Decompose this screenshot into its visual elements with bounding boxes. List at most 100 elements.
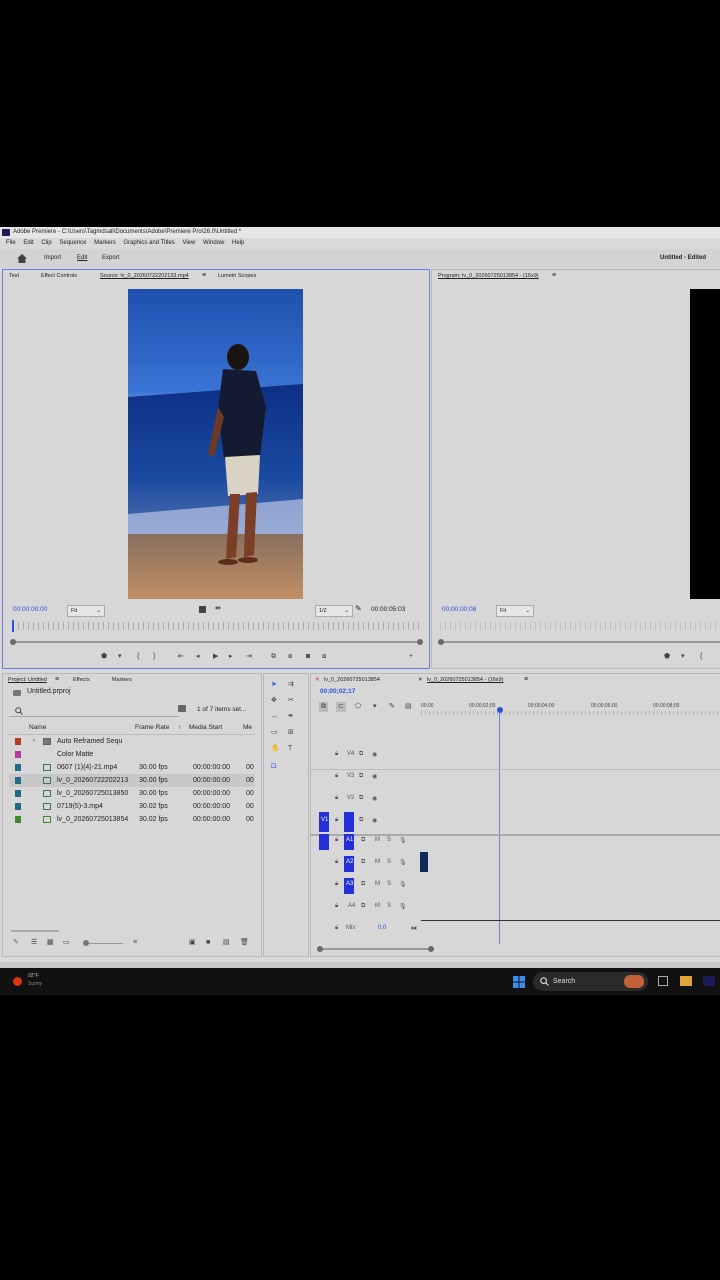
timeline-zoom-handle-left[interactable]	[317, 946, 323, 952]
tab-lumetri-scopes[interactable]: Lumetri Scopes	[218, 270, 256, 282]
tab-sequence[interactable]: lv_0_20260725013854	[324, 674, 380, 686]
table-row[interactable]: Color Matte	[9, 748, 255, 761]
source-zoom-handle-right[interactable]	[417, 639, 423, 645]
menu-view[interactable]: View	[182, 238, 195, 249]
pencil-icon[interactable]: ✎	[13, 938, 19, 948]
menu-window[interactable]: Window	[203, 238, 224, 249]
tab-effects[interactable]: Effects	[73, 674, 90, 686]
column-name[interactable]: Name	[29, 722, 46, 734]
premiere-taskbar-icon[interactable]	[703, 976, 715, 986]
selection-tool-icon[interactable]: ➤	[271, 680, 277, 690]
close-icon[interactable]: ✕	[315, 674, 320, 686]
source-timecode[interactable]: 00:00:00:00	[13, 606, 47, 613]
source-zoom-scrollbar[interactable]	[13, 641, 419, 643]
menu-file[interactable]: File	[6, 238, 16, 249]
new-bin-icon[interactable]	[178, 705, 186, 712]
wrench-timeline-icon[interactable]: ✎	[389, 702, 395, 712]
go-to-out-icon[interactable]: ⇥	[246, 652, 252, 662]
sort-icon[interactable]: ≡	[133, 938, 137, 948]
source-playhead[interactable]	[12, 620, 14, 632]
source-fit-dropdown[interactable]: Fit ⌄	[67, 605, 105, 617]
solo-icon[interactable]: S	[387, 837, 391, 843]
shape-tool-icon[interactable]: ⊞	[288, 728, 294, 738]
type-tool-icon[interactable]: T	[288, 744, 292, 754]
solo-icon[interactable]: S	[387, 881, 391, 887]
mic-icon[interactable]: 🎙︎	[399, 859, 407, 866]
play-icon[interactable]: ▶	[213, 652, 218, 662]
source-zoom-handle-left[interactable]	[10, 639, 16, 645]
linked-selection-icon[interactable]: ⊂	[336, 702, 346, 712]
eye-icon[interactable]: ◉	[372, 773, 377, 780]
table-row[interactable]: lv_0_20260725013850 30.00 fps 00:00:00:0…	[9, 787, 255, 800]
resolution-dropdown[interactable]: 1/2 ⌄	[315, 605, 353, 617]
button-editor-icon[interactable]: +	[409, 652, 413, 662]
lock-icon[interactable]: 🔒︎	[335, 837, 338, 844]
stop-icon[interactable]	[199, 606, 206, 613]
home-icon[interactable]	[17, 254, 27, 263]
sync-lock-icon[interactable]: ⧉	[361, 881, 365, 888]
insert-icon[interactable]: ⧉	[271, 652, 276, 662]
menu-help[interactable]: Help	[232, 238, 244, 249]
trash-icon[interactable]: 🗑	[240, 938, 249, 948]
track-select-tool-icon[interactable]: ⇉	[288, 680, 294, 690]
lock-icon[interactable]: 🔒︎	[335, 751, 338, 758]
column-frame-rate[interactable]: Frame Rate	[135, 722, 169, 734]
sync-lock-icon[interactable]: ⧉	[361, 837, 365, 844]
track-label-v3[interactable]: V3	[347, 773, 354, 779]
tab-export[interactable]: Export	[102, 249, 119, 268]
wrench-icon[interactable]: ✎	[355, 604, 362, 613]
tab-menu-icon[interactable]: ≡	[202, 270, 206, 282]
chevron-right-icon[interactable]: ›	[33, 735, 35, 748]
menu-clip[interactable]: Clip	[41, 238, 51, 249]
in-out-icon[interactable]: ⇹	[215, 604, 221, 612]
project-h-scrollbar[interactable]	[11, 930, 59, 932]
project-search-input[interactable]	[9, 705, 179, 717]
settings-icon[interactable]: ▾	[373, 702, 377, 712]
lock-icon[interactable]: 🔒︎	[335, 925, 338, 932]
mark-out-icon[interactable]: }	[153, 652, 155, 662]
program-add-marker-icon[interactable]: ▾	[681, 652, 685, 662]
source-patch-a1[interactable]	[319, 834, 329, 850]
step-back-icon[interactable]: ◂	[196, 652, 200, 662]
table-row[interactable]: lv_0_20260725013854 30.02 fps 00:00:00:0…	[9, 813, 255, 826]
file-explorer-icon[interactable]	[680, 976, 692, 986]
mix-volume-line[interactable]	[421, 920, 720, 921]
program-timecode[interactable]: 00;00;00;08	[442, 606, 476, 613]
solo-icon[interactable]: S	[387, 859, 391, 865]
button-editor-extra-icon[interactable]: ⧇	[322, 652, 326, 662]
program-fit-dropdown[interactable]: Fit ⌄	[496, 605, 534, 617]
table-row[interactable]: 0719(5)-3.mp4 30.02 fps 00:00:00:00 00	[9, 800, 255, 813]
mic-icon[interactable]: 🎙︎	[399, 837, 407, 844]
sync-lock-icon[interactable]: ⧉	[359, 773, 363, 780]
solo-icon[interactable]: S	[387, 903, 391, 909]
program-marker-icon[interactable]: ⬟	[664, 652, 670, 662]
add-marker-timeline-icon[interactable]: ⬠	[355, 702, 361, 712]
mix-value[interactable]: 0.0	[378, 925, 386, 931]
captions-icon[interactable]: ▤	[405, 702, 412, 712]
source-time-ruler[interactable]	[13, 622, 419, 630]
export-frame-icon[interactable]: ◙	[306, 652, 310, 662]
lock-icon[interactable]: 🔒︎	[335, 773, 338, 780]
find-icon[interactable]: ▣	[189, 938, 196, 948]
rectangle-tool-icon[interactable]: ▭	[271, 728, 278, 738]
add-marker-icon[interactable]: ▾	[118, 652, 122, 662]
eye-icon[interactable]: ◉	[372, 795, 377, 802]
mute-icon[interactable]: M	[375, 881, 380, 887]
mark-in-icon[interactable]: {	[137, 652, 139, 662]
menu-graphics[interactable]: Graphics and Titles	[123, 238, 174, 249]
step-forward-icon[interactable]: ▸	[229, 652, 233, 662]
sync-lock-icon[interactable]: ⧉	[361, 903, 365, 910]
playhead-handle[interactable]	[497, 707, 503, 713]
sync-lock-icon[interactable]: ⧉	[359, 795, 363, 802]
tab-project[interactable]: Project: Untitled	[8, 674, 47, 686]
tab-edit[interactable]: Edit	[77, 249, 87, 268]
zoom-slider[interactable]	[87, 943, 123, 944]
track-label-v4[interactable]: V4	[347, 751, 354, 757]
icon-view-icon[interactable]: ▦	[47, 938, 54, 948]
tab-text[interactable]: Text	[9, 270, 19, 282]
lock-icon[interactable]: 🔒︎	[335, 817, 338, 824]
table-row[interactable]: lv_0_20260722202213 30.00 fps 00:00:00:0…	[9, 774, 255, 787]
marker-icon[interactable]: ⬟	[101, 652, 107, 662]
audio-clip[interactable]	[420, 852, 428, 872]
caption-tool-icon[interactable]: ⊡	[271, 762, 277, 772]
